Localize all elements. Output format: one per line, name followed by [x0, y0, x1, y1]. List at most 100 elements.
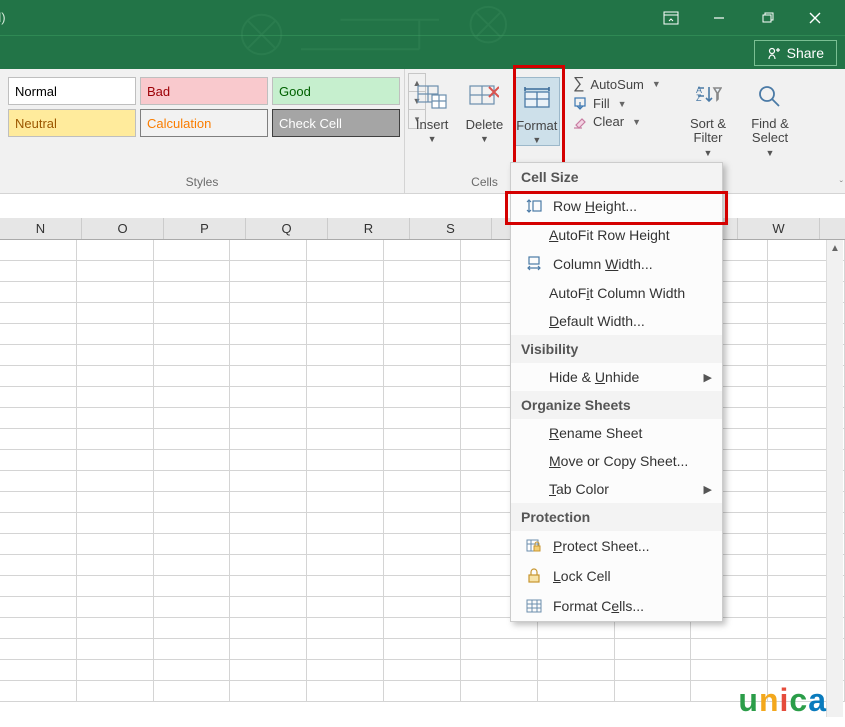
cell[interactable]	[230, 471, 307, 491]
cell[interactable]	[230, 555, 307, 575]
cell[interactable]	[154, 660, 231, 680]
cell[interactable]	[230, 366, 307, 386]
close-button[interactable]	[791, 3, 839, 33]
cell[interactable]	[307, 450, 384, 470]
cell[interactable]	[154, 597, 231, 617]
cell[interactable]	[461, 681, 538, 701]
menu-column-width[interactable]: Column Width...	[511, 249, 722, 279]
cell[interactable]	[384, 534, 461, 554]
cell[interactable]	[307, 303, 384, 323]
cell[interactable]	[307, 513, 384, 533]
cell[interactable]	[538, 639, 615, 659]
cell[interactable]	[307, 261, 384, 281]
find-select-button[interactable]: Find & Select ▼	[743, 77, 797, 158]
cell[interactable]	[154, 408, 231, 428]
menu-move-copy[interactable]: Move or Copy Sheet...	[511, 447, 722, 475]
cell[interactable]	[154, 471, 231, 491]
cell[interactable]	[0, 513, 77, 533]
style-calculation[interactable]: Calculation	[140, 109, 268, 137]
cell[interactable]	[77, 324, 154, 344]
col-header[interactable]: P	[164, 218, 246, 239]
cell[interactable]	[461, 660, 538, 680]
cell[interactable]	[77, 492, 154, 512]
cell[interactable]	[384, 450, 461, 470]
insert-button[interactable]: Insert ▼	[409, 77, 455, 144]
menu-autofit-col[interactable]: AutoFit Column Width	[511, 279, 722, 307]
cell[interactable]	[154, 303, 231, 323]
cell[interactable]	[384, 366, 461, 386]
cell[interactable]	[77, 261, 154, 281]
scroll-up-icon[interactable]: ▲	[827, 240, 843, 257]
cell[interactable]	[384, 555, 461, 575]
autosum-button[interactable]: ∑ AutoSum ▼	[573, 75, 661, 93]
cell[interactable]	[0, 555, 77, 575]
cell[interactable]	[0, 534, 77, 554]
cell[interactable]	[0, 681, 77, 701]
cell[interactable]	[77, 387, 154, 407]
ribbon-collapse-icon[interactable]: ˇ	[840, 180, 843, 191]
cell[interactable]	[384, 660, 461, 680]
cell[interactable]	[154, 618, 231, 638]
cell[interactable]	[0, 492, 77, 512]
cell[interactable]	[154, 576, 231, 596]
cell[interactable]	[307, 555, 384, 575]
delete-button[interactable]: Delete ▼	[461, 77, 507, 144]
cell[interactable]	[461, 639, 538, 659]
cell[interactable]	[154, 639, 231, 659]
cell[interactable]	[230, 513, 307, 533]
cell[interactable]	[307, 282, 384, 302]
col-header[interactable]: Q	[246, 218, 328, 239]
cell[interactable]	[154, 387, 231, 407]
cell[interactable]	[77, 408, 154, 428]
col-header[interactable]: R	[328, 218, 410, 239]
cell[interactable]	[691, 660, 768, 680]
cell[interactable]	[384, 492, 461, 512]
cell[interactable]	[154, 534, 231, 554]
cell[interactable]	[307, 429, 384, 449]
style-normal[interactable]: Normal	[8, 77, 136, 105]
cell[interactable]	[77, 660, 154, 680]
sort-filter-button[interactable]: AZ Sort & Filter ▼	[681, 77, 735, 158]
cell[interactable]	[77, 513, 154, 533]
cell[interactable]	[230, 345, 307, 365]
cell[interactable]	[384, 324, 461, 344]
cell[interactable]	[307, 471, 384, 491]
cell[interactable]	[0, 324, 77, 344]
cell[interactable]	[154, 345, 231, 365]
menu-tab-color[interactable]: Tab Color ▶	[511, 475, 722, 503]
cell[interactable]	[230, 681, 307, 701]
cell[interactable]	[230, 597, 307, 617]
cell[interactable]	[307, 366, 384, 386]
cell[interactable]	[307, 324, 384, 344]
cell[interactable]	[384, 408, 461, 428]
cell[interactable]	[154, 492, 231, 512]
cell[interactable]	[230, 261, 307, 281]
cell[interactable]	[307, 387, 384, 407]
cell[interactable]	[77, 681, 154, 701]
menu-rename-sheet[interactable]: Rename Sheet	[511, 419, 722, 447]
cell[interactable]	[615, 660, 692, 680]
clear-button[interactable]: Clear ▼	[573, 114, 641, 129]
cell[interactable]	[307, 408, 384, 428]
cell-styles-gallery[interactable]: Normal Bad Good Neutral Calculation Chec…	[4, 73, 404, 141]
cell[interactable]	[77, 534, 154, 554]
cell[interactable]	[0, 471, 77, 491]
cell[interactable]	[0, 639, 77, 659]
cell[interactable]	[230, 492, 307, 512]
cell[interactable]	[0, 576, 77, 596]
cell[interactable]	[0, 429, 77, 449]
cell[interactable]	[77, 597, 154, 617]
cell[interactable]	[77, 303, 154, 323]
cell[interactable]	[0, 408, 77, 428]
cell[interactable]	[538, 681, 615, 701]
cell[interactable]	[615, 639, 692, 659]
restore-button[interactable]	[743, 3, 791, 33]
cell[interactable]	[0, 387, 77, 407]
cell[interactable]	[384, 513, 461, 533]
col-header[interactable]: N	[0, 218, 82, 239]
cell[interactable]	[0, 282, 77, 302]
col-header[interactable]: O	[82, 218, 164, 239]
cell[interactable]	[384, 639, 461, 659]
cell[interactable]	[0, 660, 77, 680]
minimize-button[interactable]	[695, 3, 743, 33]
